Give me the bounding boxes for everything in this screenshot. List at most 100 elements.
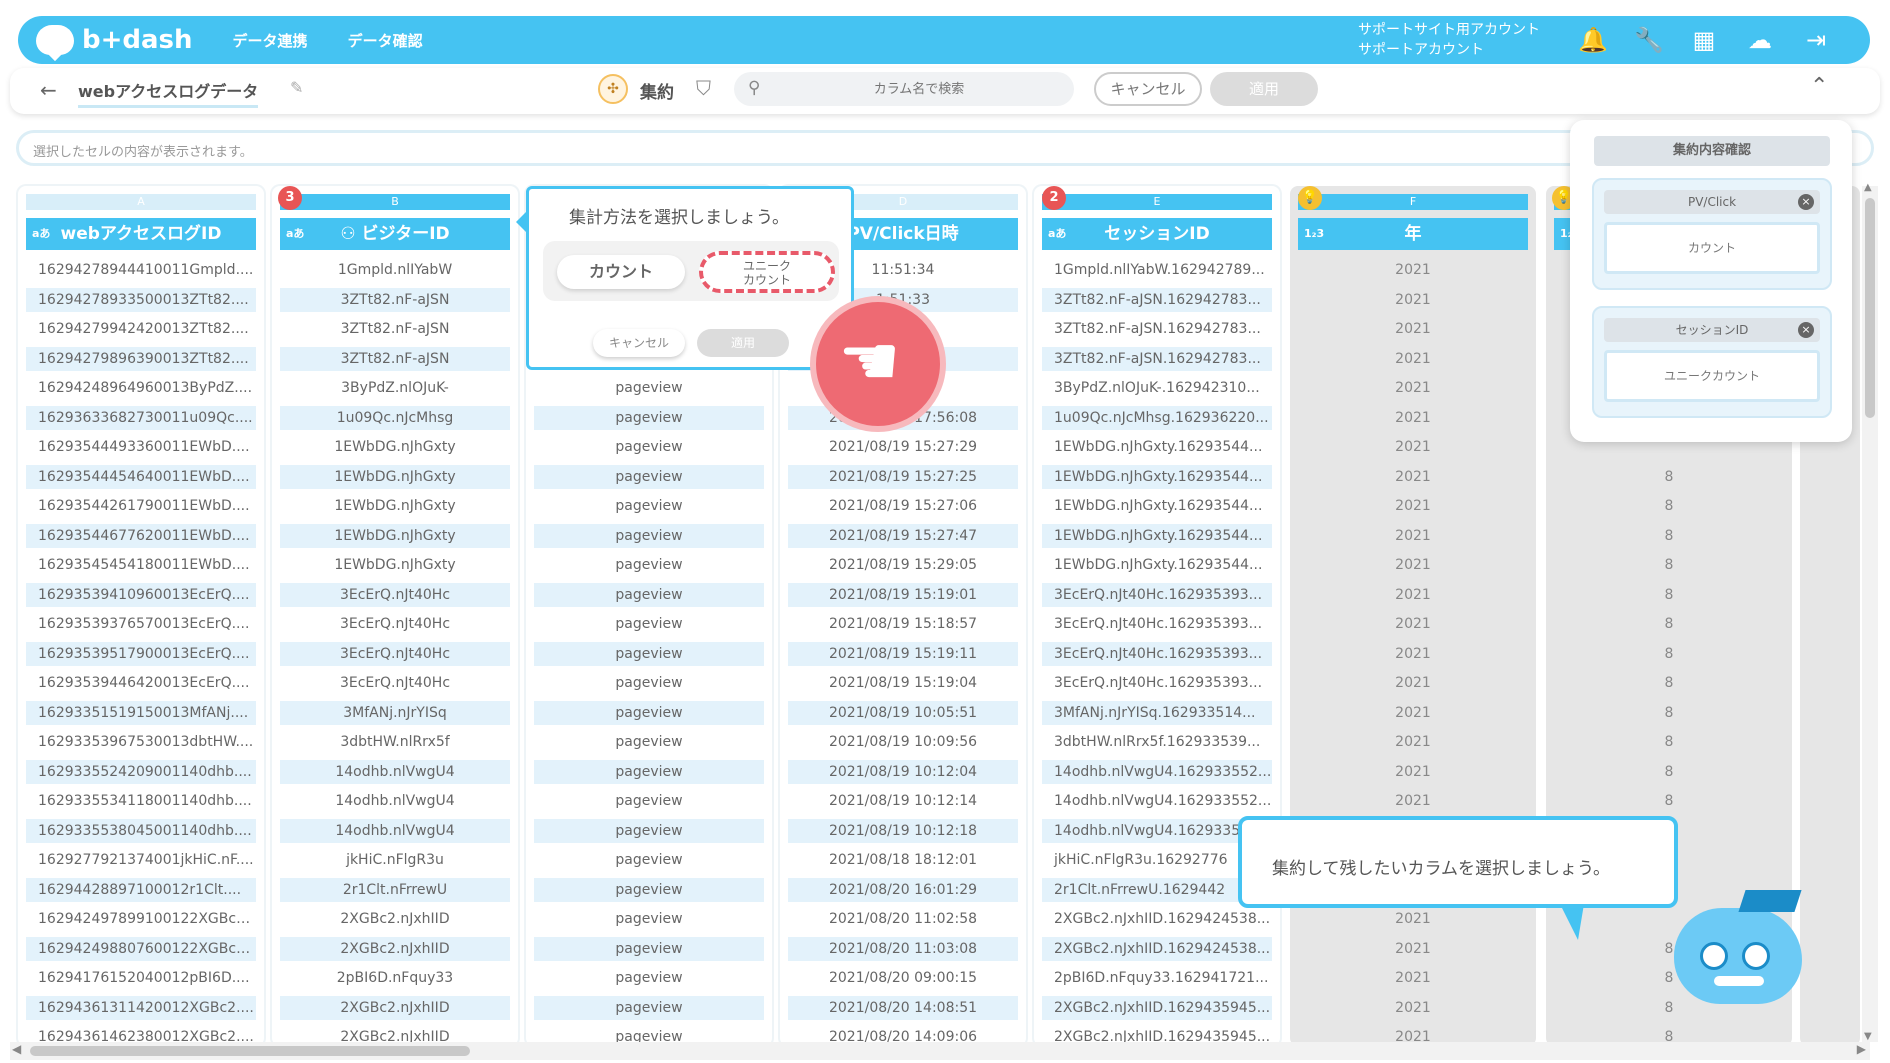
table-cell[interactable]: 2021/08/19 15:27:47 xyxy=(788,523,1018,548)
table-cell[interactable]: 14odhb.nlVwgU4.162933552... xyxy=(1042,759,1272,784)
table-cell[interactable]: 16294279896390013ZTt82.... xyxy=(26,346,256,371)
table-cell[interactable]: 3EcErQ.nJt40Hc.162935393... xyxy=(1042,612,1272,636)
table-cell[interactable]: pageview xyxy=(534,641,764,666)
table-cell[interactable]: 16293633682730011u09Qc.... xyxy=(26,405,256,430)
table-cell[interactable]: 16294428897100012r1Clt.... xyxy=(26,877,256,902)
table-cell[interactable]: 1EWbDG.nJhGxty xyxy=(280,553,510,577)
table-cell[interactable]: 16293539376570013EcErQ.... xyxy=(26,612,256,636)
table-cell[interactable]: pageview xyxy=(534,759,764,784)
table-cell[interactable]: 2021/08/19 15:18:57 xyxy=(788,612,1018,636)
table-cell[interactable]: 3ZTt82.nF-aJSN xyxy=(280,287,510,312)
table-cell[interactable]: 2021 xyxy=(1298,671,1528,695)
table-cell[interactable]: 8 xyxy=(1554,583,1784,607)
table-cell[interactable]: 8 xyxy=(1554,730,1784,754)
table-cell[interactable]: 2021 xyxy=(1298,288,1528,312)
table-cell[interactable]: pageview xyxy=(534,523,764,548)
chevron-up-icon[interactable]: ⌃ xyxy=(1810,74,1828,99)
table-cell[interactable]: 14odhb.nlVwgU4 xyxy=(280,759,510,784)
table-cell[interactable]: 16293544454640011EWbD.... xyxy=(26,464,256,489)
table-cell[interactable]: 14odhb.nlVwgU4 xyxy=(280,818,510,843)
table-cell[interactable]: 1629335524209001140dhb.... xyxy=(26,759,256,784)
column-search-input[interactable] xyxy=(774,76,1064,102)
column-header[interactable]: 1₂3 年 xyxy=(1298,218,1528,250)
table-cell[interactable]: pageview xyxy=(534,582,764,607)
table-cell[interactable]: 2021 xyxy=(1298,376,1528,400)
table-cell[interactable]: 16293351519150013MfANj.... xyxy=(26,700,256,725)
table-cell[interactable]: 3ByPdZ.nlOJuK-.162942310... xyxy=(1042,376,1272,400)
table-cell[interactable]: 3ZTt82.nF-aJSN.162942783... xyxy=(1042,287,1272,312)
table-cell[interactable]: 1629335534118001140dhb.... xyxy=(26,789,256,813)
aggregate-icon[interactable]: ✣ xyxy=(598,74,628,104)
table-cell[interactable]: 2r1Clt.nFrrewU xyxy=(280,877,510,902)
table-cell[interactable]: 2021 xyxy=(1298,760,1528,784)
table-cell[interactable]: 2021 xyxy=(1298,258,1528,282)
table-cell[interactable]: 16293539410960013EcErQ.... xyxy=(26,582,256,607)
table-cell[interactable]: 16293353967530013dbtHW.... xyxy=(26,730,256,754)
table-cell[interactable]: 1EWbDG.nJhGxty xyxy=(280,435,510,459)
table-cell[interactable]: 2021/08/20 14:08:51 xyxy=(788,995,1018,1020)
table-cell[interactable]: 2021 xyxy=(1298,996,1528,1020)
logout-icon[interactable]: ⇥ xyxy=(1802,26,1830,54)
close-icon[interactable]: × xyxy=(1798,322,1814,338)
table-cell[interactable]: pageview xyxy=(534,789,764,813)
table-cell[interactable]: 2021/08/19 10:12:14 xyxy=(788,789,1018,813)
table-cell[interactable]: 8 xyxy=(1554,494,1784,518)
table-cell[interactable]: 3dbtHW.nlRrx5f.162933539... xyxy=(1042,730,1272,754)
table-cell[interactable]: 3EcErQ.nJt40Hc.162935393... xyxy=(1042,582,1272,607)
table-cell[interactable]: 2021 xyxy=(1298,966,1528,990)
table-cell[interactable]: 2021 xyxy=(1298,465,1528,489)
column-header[interactable]: aあ webアクセスログID xyxy=(26,218,256,250)
table-cell[interactable]: 2021/08/19 15:19:04 xyxy=(788,671,1018,695)
table-cell[interactable]: 3EcErQ.nJt40Hc xyxy=(280,671,510,695)
table-cell[interactable]: 2XGBc2.nJxhIID xyxy=(280,995,510,1020)
table-cell[interactable]: pageview xyxy=(534,848,764,872)
table-cell[interactable]: 2021/08/19 15:27:29 xyxy=(788,435,1018,459)
table-cell[interactable]: 2021/08/19 10:09:56 xyxy=(788,730,1018,754)
table-cell[interactable]: 2021/08/19 15:19:11 xyxy=(788,641,1018,666)
table-cell[interactable]: pageview xyxy=(534,405,764,430)
table-cell[interactable]: 16293544493360011EWbD.... xyxy=(26,435,256,459)
table-cell[interactable]: 2021/08/19 15:27:06 xyxy=(788,494,1018,518)
cancel-button[interactable]: キャンセル xyxy=(1094,72,1202,106)
table-cell[interactable]: 2021/08/19 10:12:18 xyxy=(788,818,1018,843)
table-cell[interactable]: 3EcErQ.nJt40Hc xyxy=(280,612,510,636)
vertical-scrollbar[interactable]: ▲ ▼ xyxy=(1862,182,1878,1042)
table-cell[interactable]: 16294279942420013ZTt82.... xyxy=(26,317,256,341)
table-cell[interactable]: 1EWbDG.nJhGxty xyxy=(280,494,510,518)
table-cell[interactable]: 8 xyxy=(1554,642,1784,666)
table-cell[interactable]: pageview xyxy=(534,494,764,518)
table-cell[interactable]: 2021/08/20 11:02:58 xyxy=(788,907,1018,931)
apply-button[interactable]: 適用 xyxy=(1210,72,1318,106)
table-cell[interactable]: pageview xyxy=(534,966,764,990)
table-cell[interactable]: pageview xyxy=(534,936,764,961)
table-cell[interactable]: 16293545454180011EWbD.... xyxy=(26,553,256,577)
table-cell[interactable]: 3EcErQ.nJt40Hc xyxy=(280,641,510,666)
table-cell[interactable]: 3EcErQ.nJt40Hc.162935393... xyxy=(1042,671,1272,695)
column-header[interactable]: aあ ⚇ ビジターID xyxy=(280,218,510,250)
table-cell[interactable]: 2021/08/20 11:03:08 xyxy=(788,936,1018,961)
table-cell[interactable]: 2XGBc2.nJxhIID.1629424538... xyxy=(1042,936,1272,961)
table-cell[interactable]: 16294278933500013ZTt82.... xyxy=(26,287,256,312)
table-cell[interactable]: 2021/08/19 10:12:04 xyxy=(788,759,1018,784)
table-cell[interactable]: 1EWbDG.nJhGxty.16293544... xyxy=(1042,435,1272,459)
table-cell[interactable]: 2021/08/19 15:29:05 xyxy=(788,553,1018,577)
table-cell[interactable]: 3ZTt82.nF-aJSN xyxy=(280,346,510,371)
table-cell[interactable]: pageview xyxy=(534,671,764,695)
table-cell[interactable]: 2021/08/19 15:19:01 xyxy=(788,582,1018,607)
table-cell[interactable]: 2021 xyxy=(1298,494,1528,518)
wrench-icon[interactable]: 🔧 xyxy=(1634,26,1664,54)
table-cell[interactable]: 1EWbDG.nJhGxty.16293544... xyxy=(1042,494,1272,518)
table-cell[interactable]: 2021 xyxy=(1298,583,1528,607)
horizontal-scrollbar[interactable]: ◀ ▶ xyxy=(10,1042,1870,1060)
table-cell[interactable]: 1EWbDG.nJhGxty.16293544... xyxy=(1042,464,1272,489)
table-cell[interactable]: 2021/08/19 10:05:51 xyxy=(788,700,1018,725)
table-cell[interactable]: 14odhb.nlVwgU4 xyxy=(280,789,510,813)
column-f[interactable]: F 1₂3 年 2021 2021 2021 2021 2021 2021 2021 2021 2… xyxy=(1290,186,1536,1046)
table-cell[interactable]: pageview xyxy=(534,877,764,902)
nav-data-integration[interactable]: データ連携 xyxy=(233,30,308,51)
table-cell[interactable]: pageview xyxy=(534,553,764,577)
table-cell[interactable]: 2021 xyxy=(1298,406,1528,430)
table-cell[interactable]: 2021 xyxy=(1298,524,1528,548)
flag-icon[interactable]: ⛉ xyxy=(696,76,711,100)
scroll-down-icon[interactable]: ▼ xyxy=(1864,1031,1872,1042)
